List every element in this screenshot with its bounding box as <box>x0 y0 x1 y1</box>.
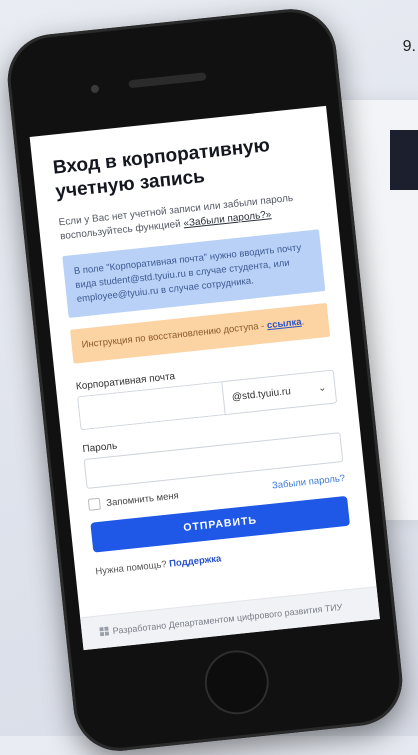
background-corner-number: 9. <box>402 38 416 55</box>
login-form: Вход в корпоративную учетную запись Если… <box>30 106 373 580</box>
department-logo-icon <box>99 625 110 638</box>
remember-me-checkbox[interactable]: Запомнить меня <box>87 489 180 511</box>
help-text: Нужна помощь? <box>94 558 170 578</box>
checkbox-box[interactable] <box>87 497 101 511</box>
phone-screen: Вход в корпоративную учетную запись Если… <box>29 105 380 651</box>
support-link[interactable]: Поддержка <box>169 553 222 569</box>
warning-suffix: . <box>300 316 305 328</box>
instruction-link[interactable]: ссылка <box>266 317 302 332</box>
background-dark-block <box>390 130 418 190</box>
forgot-password-link[interactable]: Забыли пароль? <box>271 472 345 491</box>
domain-select[interactable]: @std.tyuiu.ru ⌄ <box>221 369 338 416</box>
warning-text: Инструкция по восстановлению доступа - <box>81 320 268 351</box>
info-alert: В поле "Корпоративная почта" нужно вводи… <box>62 229 326 318</box>
chevron-down-icon: ⌄ <box>317 381 328 394</box>
remember-label: Запомнить меня <box>105 489 180 509</box>
domain-select-value: @std.tyuiu.ru <box>231 385 292 403</box>
